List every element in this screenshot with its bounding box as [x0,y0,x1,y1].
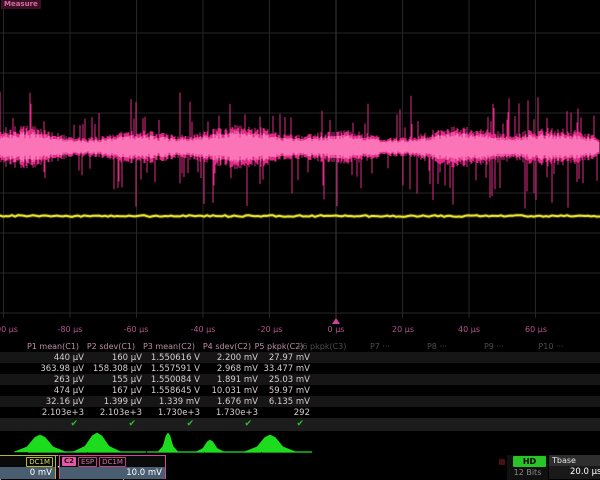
histicon-chart [73,433,146,452]
param-value: 1.339 mV [138,397,200,407]
measurement-table: P1 mean(C1) 440 µV363.98 µV263 µV474 µV32… [0,340,600,431]
param-value: 2.103e+3 [22,408,84,418]
histicon-chart [147,433,204,452]
status-check-icon: ✔ [248,419,304,429]
time-axis-label: -60 µs [124,325,149,334]
graticule-and-traces [0,0,600,318]
param-header-empty[interactable]: P10 ··· [519,342,583,351]
param-header-empty[interactable]: P8 ··· [405,342,469,351]
hd-mode-group[interactable]: HD 12 Bits [507,455,548,480]
param-value: 160 µV [80,353,142,363]
status-check-icon: ✔ [196,419,252,429]
time-axis-label: -80 µs [58,325,83,334]
param-value: 440 µV [22,353,84,363]
param-header[interactable]: P2 sdev(C1) [80,342,142,351]
param-value: 1.558645 V [138,386,200,396]
c1-vdiv-value: 0 mV [0,467,55,479]
param-value: 167 µV [80,386,142,396]
channel-c1-descriptor[interactable]: DC1M 0 mV [0,455,56,479]
time-axis-label: 20 µs [392,325,414,334]
param-value: 1.399 µV [80,397,142,407]
time-axis-label: -40 µs [191,325,216,334]
param-value: 474 µV [22,386,84,396]
time-axis-label: 40 µs [458,325,480,334]
c1-coupling-badge: DC1M [26,457,53,467]
param-header-empty[interactable]: P6 pkpk(C3) [290,342,354,351]
c2-vdiv-value: 10.0 mV [60,467,165,479]
timebase-descriptor[interactable]: Tbase 20.0 µs [549,455,600,479]
param-header-empty[interactable]: P7 ··· [348,342,412,351]
param-value: 292 [248,408,310,418]
param-value: 25.03 mV [248,375,310,385]
c2-coupling-badge: DC1M [99,457,126,467]
hd-bits-label: 12 Bits [507,468,548,477]
param-header[interactable]: P3 mean(C2) [138,342,200,351]
time-axis-label: 0 µs [328,325,345,334]
param-value: 32.16 µV [22,397,84,407]
c2-esp-badge: ESP [78,457,97,467]
c2-label-badge: C2 [62,457,76,466]
param-value: 59.97 mV [248,386,310,396]
param-header-empty[interactable]: P9 ··· [462,342,526,351]
oscilloscope-screen: Measure -100 µs -80 µs -60 µs -40 µs -20 µs 0… [0,0,600,480]
trigger-marker-icon[interactable] [332,318,340,324]
histicon-chart [244,435,312,452]
param-value: 1.730e+3 [138,408,200,418]
param-value: 1.550616 V [138,353,200,363]
status-check-icon: ✔ [138,419,194,429]
histicon-chart [14,435,87,452]
param-value: 1.550084 V [138,375,200,385]
status-check-icon: ✔ [80,419,136,429]
param-value: 33.477 mV [248,364,310,374]
param-value: 2.103e+3 [80,408,142,418]
top-left-label: Measure [1,0,41,9]
channel-c2-descriptor[interactable]: C2 ESP DC1M 10.0 mV [59,455,166,479]
param-value: 6.135 mV [248,397,310,407]
time-axis-label: -20 µs [258,325,283,334]
time-axis-label: 60 µs [525,325,547,334]
param-header-empty[interactable]: P11 [576,342,600,351]
time-axis: -100 µs -80 µs -60 µs -40 µs -20 µs 0 µs 20 µs… [0,318,600,338]
histicon-strip [0,431,600,455]
param-value: 27.97 mV [248,353,310,363]
param-value: 155 µV [80,375,142,385]
timebase-value: 20.0 µs [549,466,600,479]
status-check-icon: ✔ [22,419,78,429]
param-value: 263 µV [22,375,84,385]
time-axis-label: -100 µs [0,325,18,334]
param-value: 158.308 µV [80,364,142,374]
descriptor-bar: DC1M 0 mV C2 ESP DC1M 10.0 mV + HD 12 Bi… [0,455,600,480]
status-dot [499,459,505,465]
hd-badge: HD [513,456,546,467]
param-header[interactable]: P1 mean(C1) [22,342,84,351]
param-value: 363.98 µV [22,364,84,374]
timebase-label: Tbase [549,455,600,466]
param-value: 1.557591 V [138,364,200,374]
